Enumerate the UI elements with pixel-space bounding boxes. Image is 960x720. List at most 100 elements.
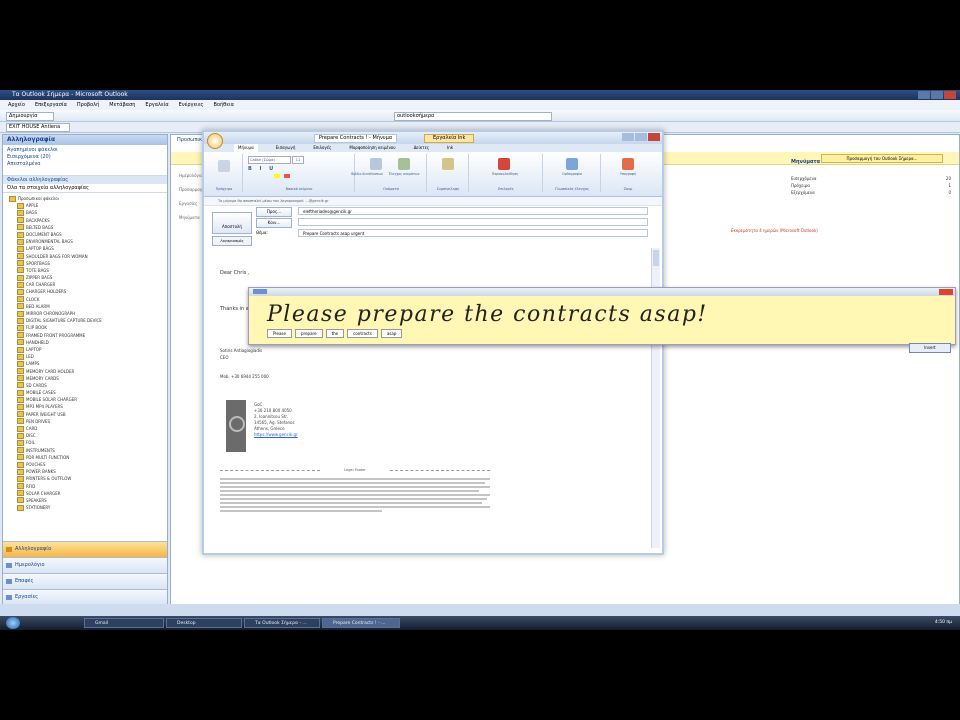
folder-item[interactable]: PRINTERS & OUTFLOW [9,475,167,482]
folder-item[interactable]: DIGITAL SIGNATURE CAPTURE DEVICE [9,317,167,324]
taskbar-item-gmail[interactable]: Gmail [84,618,164,628]
cc-button[interactable]: Κοιν... [256,218,292,228]
new-button[interactable]: Δημιουργία [6,112,54,121]
signature-icon[interactable] [622,158,634,170]
folder-item[interactable]: MOBILE SOLAR CHARGER [9,396,167,403]
tab-markers[interactable]: Δείκτες [414,144,430,152]
folder-item[interactable]: FRAMED FRONT PROGRAMME [9,332,167,339]
folder-item[interactable]: CHARGER HOLDERS [9,288,167,296]
favorite-inbox[interactable]: Εισερχόμενα (20) [7,154,163,161]
folder-item[interactable]: SHOULDER BAGS FOR WOMAN [9,253,167,260]
compose-minimize-icon[interactable] [622,133,634,141]
folder-item[interactable]: FOIL [9,439,167,446]
folder-item[interactable]: DISC [9,432,167,439]
all-mail-items[interactable]: Όλα τα στοιχεία αλληλογραφίας [3,184,167,193]
tab-insert[interactable]: Εισαγωγή [276,144,296,152]
tab-format-text[interactable]: Μορφοποίηση κειμένου [349,144,395,152]
font-select[interactable]: Calibri (Σώμα) [248,156,291,164]
ink-close-icon[interactable] [939,289,953,295]
folder-item[interactable]: LAPTOP BAGS [9,245,167,252]
bold-italic-underline-icons[interactable]: B I U [248,166,276,172]
folder-item[interactable]: MOBILE CASES [9,389,167,396]
send-button[interactable]: Αποστολή [212,212,252,234]
nav-button-mail[interactable]: Αλληλογραφία [3,541,167,557]
compose-close-icon[interactable] [648,133,660,141]
nav-button-contacts[interactable]: Επαφές [3,573,167,589]
folder-item[interactable]: POUCHES [9,461,167,468]
maximize-icon[interactable] [931,91,943,99]
ink-mode-tab[interactable] [253,289,267,294]
folder-item[interactable]: ENVIRONMENTAL BAGS [9,238,167,245]
folder-item[interactable]: CARD [9,425,167,432]
recognized-word[interactable]: asap [380,329,403,338]
account-button[interactable]: Λογαριασμός [212,236,252,246]
menu-tools[interactable]: Εργαλεία [145,100,168,110]
folder-item[interactable]: PDR MULTI FUNCTION [9,454,167,461]
folder-item[interactable]: MEMORY CARD HOLDER [9,368,167,375]
attach-icon[interactable] [442,158,454,170]
highlight-icon[interactable] [274,174,280,178]
folder-item[interactable]: STATIONERY [9,504,167,511]
minimize-icon[interactable] [918,91,930,99]
folder-item[interactable]: ZIPPER BAGS [9,274,167,281]
recognized-word[interactable]: Please [267,329,292,338]
folder-item[interactable]: SPEAKERS [9,497,167,504]
folder-item[interactable]: TOTE BAGS [9,267,167,274]
scroll-thumb[interactable] [653,250,659,266]
folder-item[interactable]: LED [9,353,167,360]
ink-tools-tab[interactable]: Εργαλεία Ink [424,134,475,143]
recognized-word[interactable]: contracts [347,329,378,338]
folder-item[interactable]: MEMORY CARDS [9,375,167,382]
folder-item[interactable]: APPLE [9,202,167,209]
folder-item[interactable]: LAMPS [9,360,167,367]
office-button-icon[interactable] [207,133,223,149]
menu-edit[interactable]: Επεξεργασία [35,100,67,110]
compose-maximize-icon[interactable] [635,133,647,141]
to-button[interactable]: Προς... [256,207,292,217]
folder-item[interactable]: PEN DRIVES [9,418,167,425]
folder-item[interactable]: POWER BANKS [9,468,167,475]
folder-item[interactable]: LAPTOP [9,346,167,353]
check-names-icon[interactable] [398,158,410,170]
folder-item[interactable]: BED ALARM [9,303,167,310]
tab-ink[interactable]: Ink [447,144,453,152]
folder-item[interactable]: CAR CHARGER [9,281,167,288]
close-icon[interactable] [944,91,956,99]
folder-item[interactable]: INSTRUMENTS [9,447,167,454]
recognized-word[interactable]: the [325,329,345,338]
subject-field[interactable]: Prepare Contracts asap urgent [298,229,648,237]
tab-options[interactable]: Επιλογές [313,144,331,152]
address-book-icon[interactable] [370,158,382,170]
folder-item[interactable]: HANDHELD [9,339,167,346]
taskbar-item-outlook[interactable]: Τα Outlook Σήμερα - ... [244,618,320,628]
folder-item[interactable]: BACKPACKS [9,217,167,224]
menu-view[interactable]: Προβολή [77,100,99,110]
menu-go[interactable]: Μετάβαση [109,100,135,110]
menu-actions[interactable]: Ενέργειες [179,100,204,110]
to-field[interactable]: eleftheriades@gencik.gr [298,207,648,215]
paste-icon[interactable] [218,160,230,172]
taskbar-item-desktop[interactable]: Desktop [166,618,242,628]
ink-insert-button[interactable]: Insert [909,343,951,353]
summary-row-inbox[interactable]: Εισερχόμενα 20 [791,175,951,182]
folder-item[interactable]: BELTED BAGS [9,224,167,231]
favorite-sent[interactable]: Απεσταλμένα [7,161,163,168]
ink-input-panel[interactable]: Please prepare the contracts asap! Pleas… [248,287,956,353]
folder-item[interactable]: Προσωπικοί φάκελοι [9,195,167,202]
font-color-icon[interactable] [284,174,290,178]
folder-item[interactable]: CLOCK [9,296,167,303]
cc-field[interactable] [298,218,648,226]
folder-item[interactable]: BAGS [9,209,167,216]
start-button[interactable] [6,617,20,629]
taskbar-item-compose[interactable]: Prepare Contracts ! - ... [322,618,400,628]
folder-item[interactable]: SOLAR CHARGER [9,490,167,497]
folder-item[interactable]: MP3 MP4 PLAYERS [9,403,167,411]
summary-row-drafts[interactable]: Πρόχειρα 1 [791,182,951,189]
menu-file[interactable]: Αρχείο [8,100,25,110]
nav-button-tasks[interactable]: Εργασίες [3,589,167,605]
summary-row-outbox[interactable]: Εξερχόμενα 0 [791,189,951,196]
website-link[interactable]: https://www.gencik.gr [254,432,298,438]
folder-item[interactable]: SPORTBAGS [9,260,167,267]
font-size-select[interactable]: 11 [292,156,304,164]
folder-item[interactable]: RFID [9,483,167,490]
